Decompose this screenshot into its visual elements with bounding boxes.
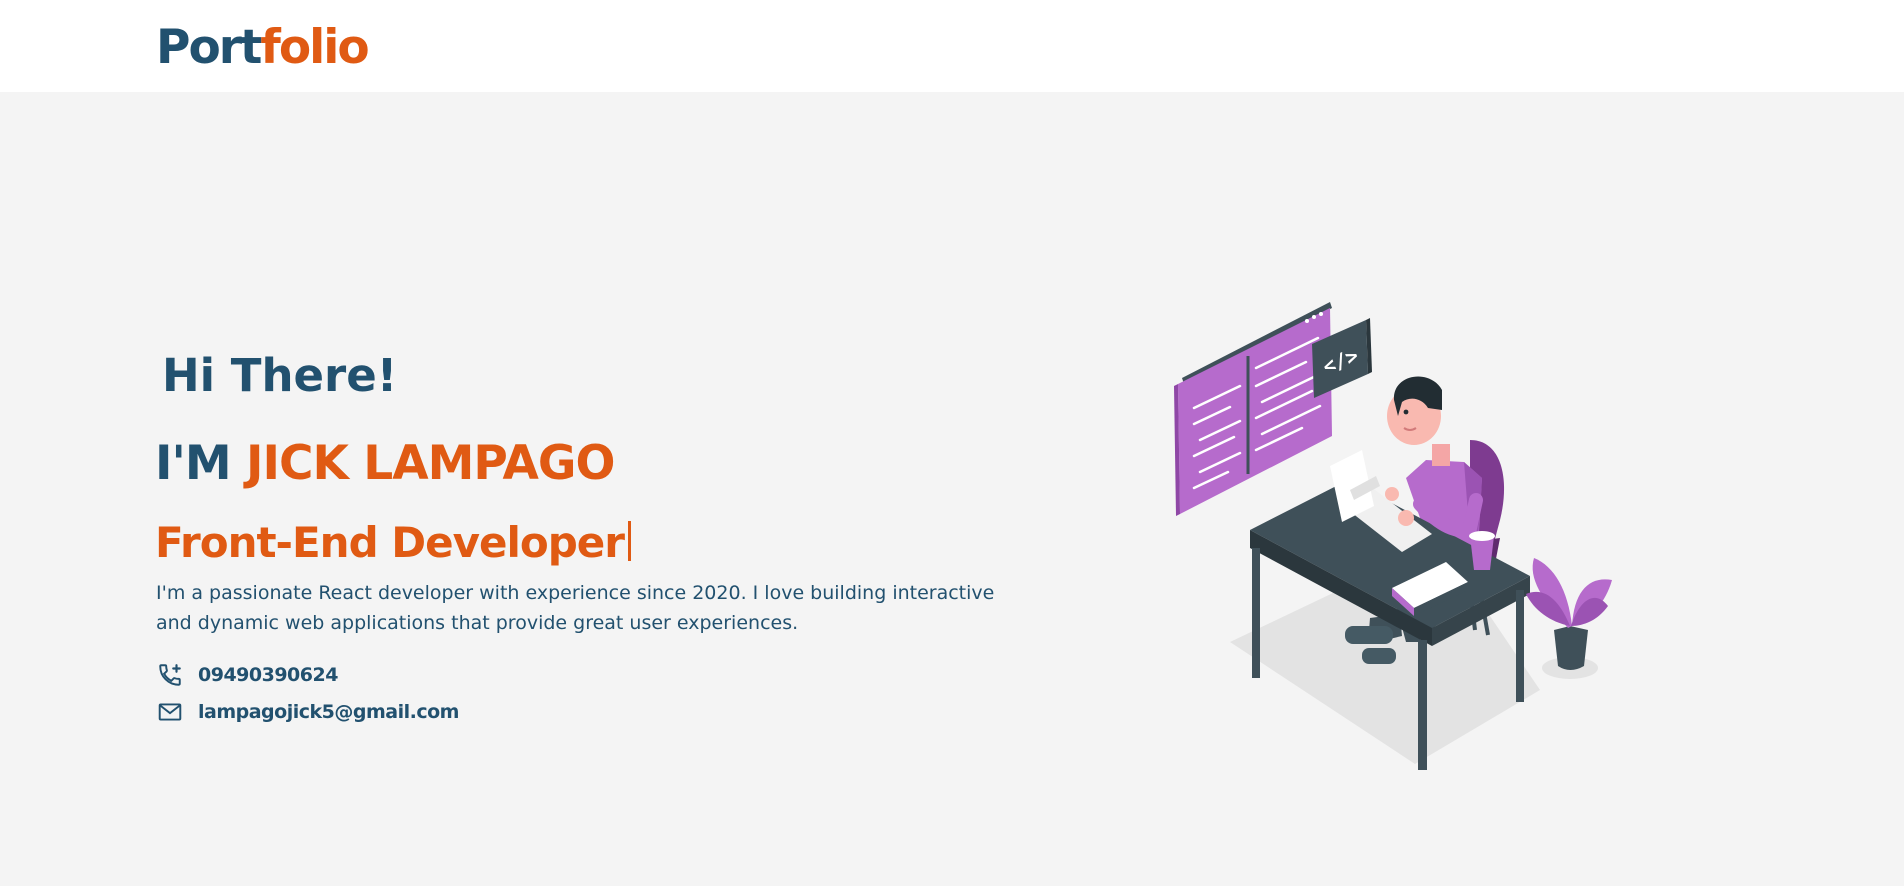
phone-number: 09490390624 (198, 664, 338, 686)
navbar: Portfolio (0, 0, 1904, 92)
bio-paragraph: I'm a passionate React developer with ex… (156, 582, 995, 634)
developer-at-desk-illustration: </> (1174, 302, 1612, 770)
intro-heading: I'M JICK LAMPAGO (155, 436, 615, 492)
role-typewriter: Front-End Developer (155, 515, 631, 571)
role-text: Front-End Developer (155, 518, 625, 567)
greeting-heading: Hi There! (162, 349, 398, 402)
intro-prefix: I'M (155, 436, 247, 491)
developer-illustration: </> (1170, 290, 1630, 770)
mail-icon (156, 698, 184, 726)
email-contact[interactable]: lampagojick5@gmail.com (156, 697, 459, 727)
email-address: lampagojick5@gmail.com (198, 701, 459, 723)
logo-part-folio: folio (260, 20, 369, 75)
logo[interactable]: Portfolio (156, 20, 370, 76)
phone-contact[interactable]: 09490390624 (156, 660, 338, 690)
logo-part-port: Port (156, 20, 262, 75)
developer-name: JICK LAMPAGO (246, 436, 615, 491)
typing-cursor (627, 521, 631, 561)
phone-add-icon (156, 661, 184, 689)
